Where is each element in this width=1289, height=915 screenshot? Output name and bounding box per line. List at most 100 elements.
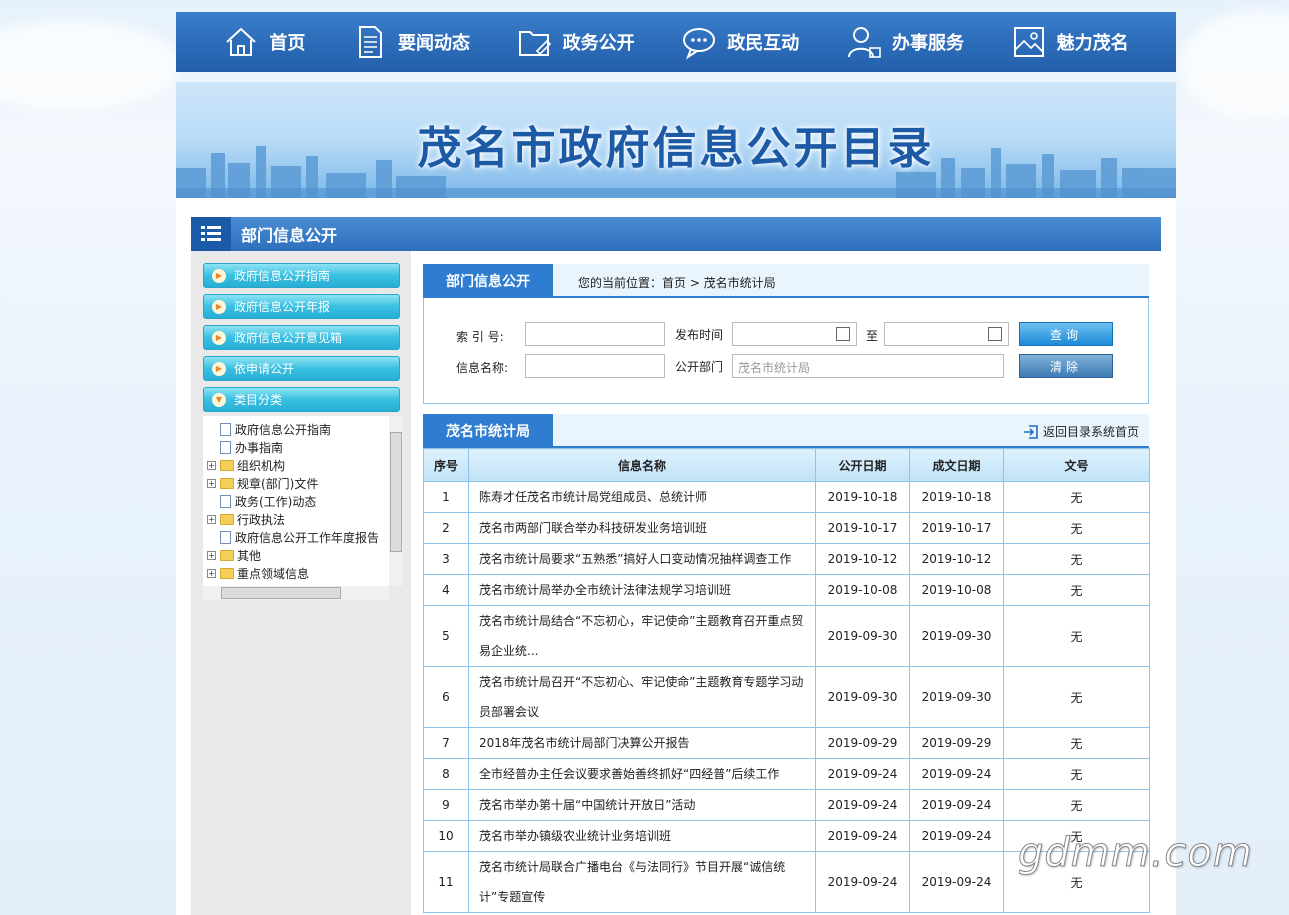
tree-item-label: 其他 bbox=[237, 548, 262, 563]
written-date: 2019-09-30 bbox=[909, 605, 1004, 667]
tree-item[interactable]: + 其他 bbox=[203, 546, 389, 564]
doc-number: 无 bbox=[1003, 512, 1150, 544]
date-label: 发布时间 bbox=[675, 328, 724, 342]
nav-item-4[interactable]: 办事服务 bbox=[846, 24, 964, 60]
row-title-link[interactable]: 茂名市举办镇级农业统计业务培训班 bbox=[468, 820, 816, 852]
user-icon bbox=[847, 27, 881, 58]
tab-department-info[interactable]: 部门信息公开 bbox=[423, 264, 553, 298]
nav-item-3[interactable]: 政民互动 bbox=[681, 24, 799, 60]
nav-item-0[interactable]: 首页 bbox=[223, 24, 305, 60]
tree-item-label: 政务(工作)动态 bbox=[235, 494, 317, 509]
row-number: 3 bbox=[423, 543, 469, 575]
row-number: 2 bbox=[423, 512, 469, 544]
doc-number: 无 bbox=[1003, 481, 1150, 513]
row-title-link[interactable]: 茂名市统计局联合广播电台《与法同行》节目开展“诚信统计”专题宣传 bbox=[468, 851, 816, 913]
chat-icon bbox=[683, 28, 716, 60]
tree-spacer bbox=[207, 496, 216, 506]
written-date: 2019-10-18 bbox=[909, 481, 1004, 513]
index-input[interactable] bbox=[525, 322, 665, 346]
tree-vertical-scrollbar[interactable] bbox=[389, 416, 403, 586]
expand-toggle-icon[interactable]: + bbox=[207, 460, 216, 470]
section-title: 部门信息公开 bbox=[241, 226, 338, 245]
tree-item[interactable]: + 组织机构 bbox=[203, 456, 389, 474]
written-date: 2019-09-24 bbox=[909, 851, 1004, 913]
folder-icon bbox=[220, 477, 234, 489]
tab-statistics-bureau[interactable]: 茂名市统计局 bbox=[423, 414, 553, 448]
document-icon bbox=[220, 494, 231, 508]
top-navigation: 首页 要闻动态 政务公开 政民互动 办事服务 魅力茂名 bbox=[176, 12, 1176, 72]
row-title-link[interactable]: 茂名市两部门联合举办科技研发业务培训班 bbox=[468, 512, 816, 544]
tree-item[interactable]: + 重点领域信息 bbox=[203, 564, 389, 582]
row-number: 6 bbox=[423, 666, 469, 728]
arrow-circle-icon: ▶ bbox=[212, 361, 226, 376]
category-tree: 政府信息公开指南 办事指南 + 组织机构 + 规章(部门)文件政务(工作)动态 + 行政执法政… bbox=[203, 416, 389, 586]
publish-date: 2019-09-24 bbox=[815, 851, 910, 913]
date-to-input[interactable] bbox=[884, 322, 1009, 346]
nav-item-2[interactable]: 政务公开 bbox=[517, 24, 635, 60]
column-header: 公开日期 bbox=[815, 448, 910, 482]
row-title-link[interactable]: 茂名市统计局结合“不忘初心，牢记使命”主题教育召开重点贸易企业统... bbox=[468, 605, 816, 667]
back-to-home-link[interactable]: 返回目录系统首页 bbox=[1023, 423, 1139, 440]
doc-number: 无 bbox=[1003, 543, 1150, 575]
department-input[interactable]: 茂名市统计局 bbox=[732, 354, 1004, 378]
tree-item[interactable]: 政务(工作)动态 bbox=[203, 492, 389, 510]
tree-spacer bbox=[207, 424, 216, 434]
row-title-link[interactable]: 茂名市统计局召开“不忘初心、牢记使命”主题教育专题学习动员部署会议 bbox=[468, 666, 816, 728]
calendar-icon[interactable] bbox=[836, 327, 850, 341]
doc-number: 无 bbox=[1003, 789, 1150, 821]
tree-horizontal-scrollbar[interactable] bbox=[203, 586, 389, 600]
expand-toggle-icon[interactable]: + bbox=[207, 514, 216, 524]
banner: 茂名市政府信息公开目录 bbox=[176, 82, 1176, 198]
folder-icon bbox=[220, 567, 234, 579]
dept-label: 公开部门 bbox=[675, 360, 724, 374]
scrollbar-thumb[interactable] bbox=[221, 587, 341, 599]
tree-item[interactable]: + 行政执法 bbox=[203, 510, 389, 528]
tree-spacer bbox=[207, 442, 216, 452]
document-icon bbox=[220, 440, 231, 454]
doc-number: 无 bbox=[1003, 727, 1150, 759]
sidebar-button-4[interactable]: ▼ 类目分类 bbox=[203, 387, 400, 412]
scrollbar-thumb[interactable] bbox=[390, 432, 402, 552]
row-title-link[interactable]: 茂名市统计局要求“五熟悉”搞好人口变动情况抽样调查工作 bbox=[468, 543, 816, 575]
index-label: 索 引 号: bbox=[456, 330, 504, 344]
expand-toggle-icon[interactable]: + bbox=[207, 568, 216, 578]
tree-item[interactable]: + 规章(部门)文件 bbox=[203, 474, 389, 492]
query-button[interactable]: 查询 bbox=[1019, 322, 1113, 346]
table-row: 5 茂名市统计局结合“不忘初心，牢记使命”主题教育召开重点贸易企业统... 2019… bbox=[423, 605, 1150, 667]
tree-item[interactable]: 办事指南 bbox=[203, 438, 389, 456]
row-title-link[interactable]: 2018年茂名市统计局部门决算公开报告 bbox=[468, 727, 816, 759]
sidebar-button-2[interactable]: ▶ 政府信息公开意见箱 bbox=[203, 325, 400, 350]
row-title-link[interactable]: 茂名市举办第十届“中国统计开放日”活动 bbox=[468, 789, 816, 821]
sidebar-button-0[interactable]: ▶ 政府信息公开指南 bbox=[203, 263, 400, 288]
calendar-icon[interactable] bbox=[988, 327, 1002, 341]
date-from-input[interactable] bbox=[732, 322, 857, 346]
expand-toggle-icon[interactable]: + bbox=[207, 550, 216, 560]
written-date: 2019-10-12 bbox=[909, 543, 1004, 575]
written-date: 2019-09-30 bbox=[909, 666, 1004, 728]
tree-item[interactable]: 政府信息公开工作年度报告 bbox=[203, 528, 389, 546]
nav-item-5[interactable]: 魅力茂名 bbox=[1011, 24, 1129, 60]
row-title-link[interactable]: 全市经普办主任会议要求善始善终抓好“四经普”后续工作 bbox=[468, 758, 816, 790]
list-icon bbox=[191, 217, 231, 251]
table-row: 1 陈寿才任茂名市统计局党组成员、总统计师 2019-10-18 2019-10-18… bbox=[423, 481, 1150, 513]
expand-toggle-icon[interactable]: + bbox=[207, 478, 216, 488]
table-row: 2 茂名市两部门联合举办科技研发业务培训班 2019-10-17 2019-10-17… bbox=[423, 512, 1150, 544]
nav-item-1[interactable]: 要闻动态 bbox=[352, 24, 470, 60]
tree-item[interactable]: 政府信息公开指南 bbox=[203, 420, 389, 438]
publish-date: 2019-09-24 bbox=[815, 758, 910, 790]
row-title-link[interactable]: 茂名市统计局举办全市统计法律法规学习培训班 bbox=[468, 574, 816, 606]
column-header: 信息名称 bbox=[468, 448, 816, 482]
to-label: 至 bbox=[866, 329, 879, 343]
home-icon bbox=[226, 27, 257, 56]
folder-icon bbox=[518, 31, 551, 56]
sidebar-button-1[interactable]: ▶ 政府信息公开年报 bbox=[203, 294, 400, 319]
row-title-link[interactable]: 陈寿才任茂名市统计局党组成员、总统计师 bbox=[468, 481, 816, 513]
publish-date: 2019-10-08 bbox=[815, 574, 910, 606]
publish-date: 2019-10-18 bbox=[815, 481, 910, 513]
clear-button[interactable]: 清除 bbox=[1019, 354, 1113, 378]
sidebar-button-3[interactable]: ▶ 依申请公开 bbox=[203, 356, 400, 381]
info-name-input[interactable] bbox=[525, 354, 665, 378]
folder-icon bbox=[220, 513, 234, 525]
doc-number: 无 bbox=[1003, 605, 1150, 667]
sidebar-button-label: 类目分类 bbox=[234, 393, 283, 407]
